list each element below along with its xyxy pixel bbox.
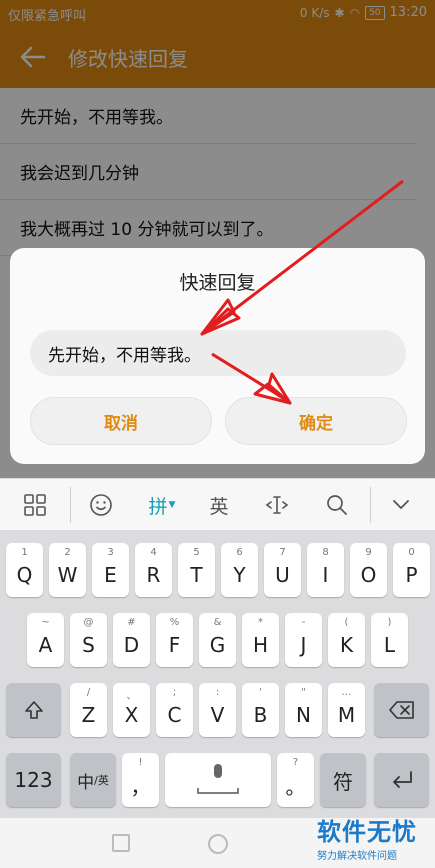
key-w[interactable]: 2W bbox=[49, 543, 86, 597]
english-mode-button[interactable]: 英 bbox=[196, 479, 242, 531]
enter-icon bbox=[392, 771, 412, 788]
space-key[interactable] bbox=[165, 753, 271, 807]
watermark-subtitle: 努力解决软件问题 bbox=[317, 851, 397, 862]
key-c[interactable]: ; C bbox=[156, 683, 193, 737]
key-d[interactable]: # D bbox=[113, 613, 150, 667]
quick-reply-dialog: 快速回复 先开始，不用等我。 取消 确定 bbox=[10, 248, 425, 464]
key-b[interactable]: ' B bbox=[242, 683, 279, 737]
watermark: 软件无忧 努力解决软件问题 bbox=[317, 812, 429, 864]
keyboard-toolbar: 拼 ▼ 英 bbox=[0, 478, 435, 530]
key-v[interactable]: :V bbox=[199, 683, 236, 737]
dialog-title: 快速回复 bbox=[179, 272, 256, 294]
home-icon[interactable] bbox=[208, 834, 228, 854]
reply-input[interactable]: 先开始，不用等我。 bbox=[30, 330, 406, 376]
shift-icon bbox=[24, 701, 43, 719]
key-n[interactable]: " N bbox=[285, 683, 322, 737]
comma-key[interactable]: !， bbox=[122, 753, 159, 807]
grid-icon[interactable] bbox=[12, 479, 58, 531]
key-z[interactable]: / Z bbox=[70, 683, 107, 737]
key-r[interactable]: 4R bbox=[135, 543, 172, 597]
key-m[interactable]: … M bbox=[328, 683, 365, 737]
key-j[interactable]: -J bbox=[285, 613, 322, 667]
numbers-key[interactable]: 123 bbox=[6, 753, 61, 807]
recents-icon[interactable] bbox=[112, 834, 130, 852]
key-f[interactable]: % F bbox=[156, 613, 193, 667]
key-a[interactable]: ~ A bbox=[27, 613, 64, 667]
key-g[interactable]: & G bbox=[199, 613, 236, 667]
backspace-key[interactable] bbox=[374, 683, 429, 737]
key-e[interactable]: 3E bbox=[92, 543, 129, 597]
key-y[interactable]: 6Y bbox=[221, 543, 258, 597]
key-h[interactable]: * H bbox=[242, 613, 279, 667]
confirm-button[interactable]: 确定 bbox=[225, 397, 407, 445]
search-icon[interactable] bbox=[314, 479, 360, 531]
key-u[interactable]: 7U bbox=[264, 543, 301, 597]
key-x[interactable]: 、 X bbox=[113, 683, 150, 737]
period-key[interactable]: ?。 bbox=[277, 753, 314, 807]
shift-key[interactable] bbox=[6, 683, 61, 737]
lang-switch-key[interactable]: 中/英 bbox=[70, 753, 116, 807]
key-o[interactable]: 9O bbox=[350, 543, 387, 597]
key-t[interactable]: 5T bbox=[178, 543, 215, 597]
watermark-title: 软件无忧 bbox=[317, 818, 417, 846]
cancel-button[interactable]: 取消 bbox=[30, 397, 212, 445]
key-l[interactable]: ) L bbox=[371, 613, 408, 667]
toolbar-divider bbox=[70, 487, 71, 523]
key-p[interactable]: 0P bbox=[393, 543, 430, 597]
toolbar-divider bbox=[370, 487, 371, 523]
pinyin-label: 拼 bbox=[148, 495, 168, 518]
key-q[interactable]: 1Q bbox=[6, 543, 43, 597]
key-s[interactable]: @ S bbox=[70, 613, 107, 667]
pinyin-mode-button[interactable]: 拼 ▼ bbox=[138, 479, 186, 531]
key-i[interactable]: 8I bbox=[307, 543, 344, 597]
backspace-icon bbox=[388, 701, 414, 719]
chevron-down-icon[interactable] bbox=[378, 479, 424, 531]
symbols-key[interactable]: 符 bbox=[320, 753, 366, 807]
text-cursor-icon[interactable] bbox=[254, 479, 300, 531]
microphone-icon bbox=[197, 764, 239, 794]
keyboard: 1Q 2W 3E 4R 5T 6Y 7U 8I 9O 0P ~ A @ S # D %… bbox=[0, 530, 435, 818]
enter-key[interactable] bbox=[374, 753, 429, 807]
emoji-icon[interactable] bbox=[78, 479, 124, 531]
key-k[interactable]: (K bbox=[328, 613, 365, 667]
